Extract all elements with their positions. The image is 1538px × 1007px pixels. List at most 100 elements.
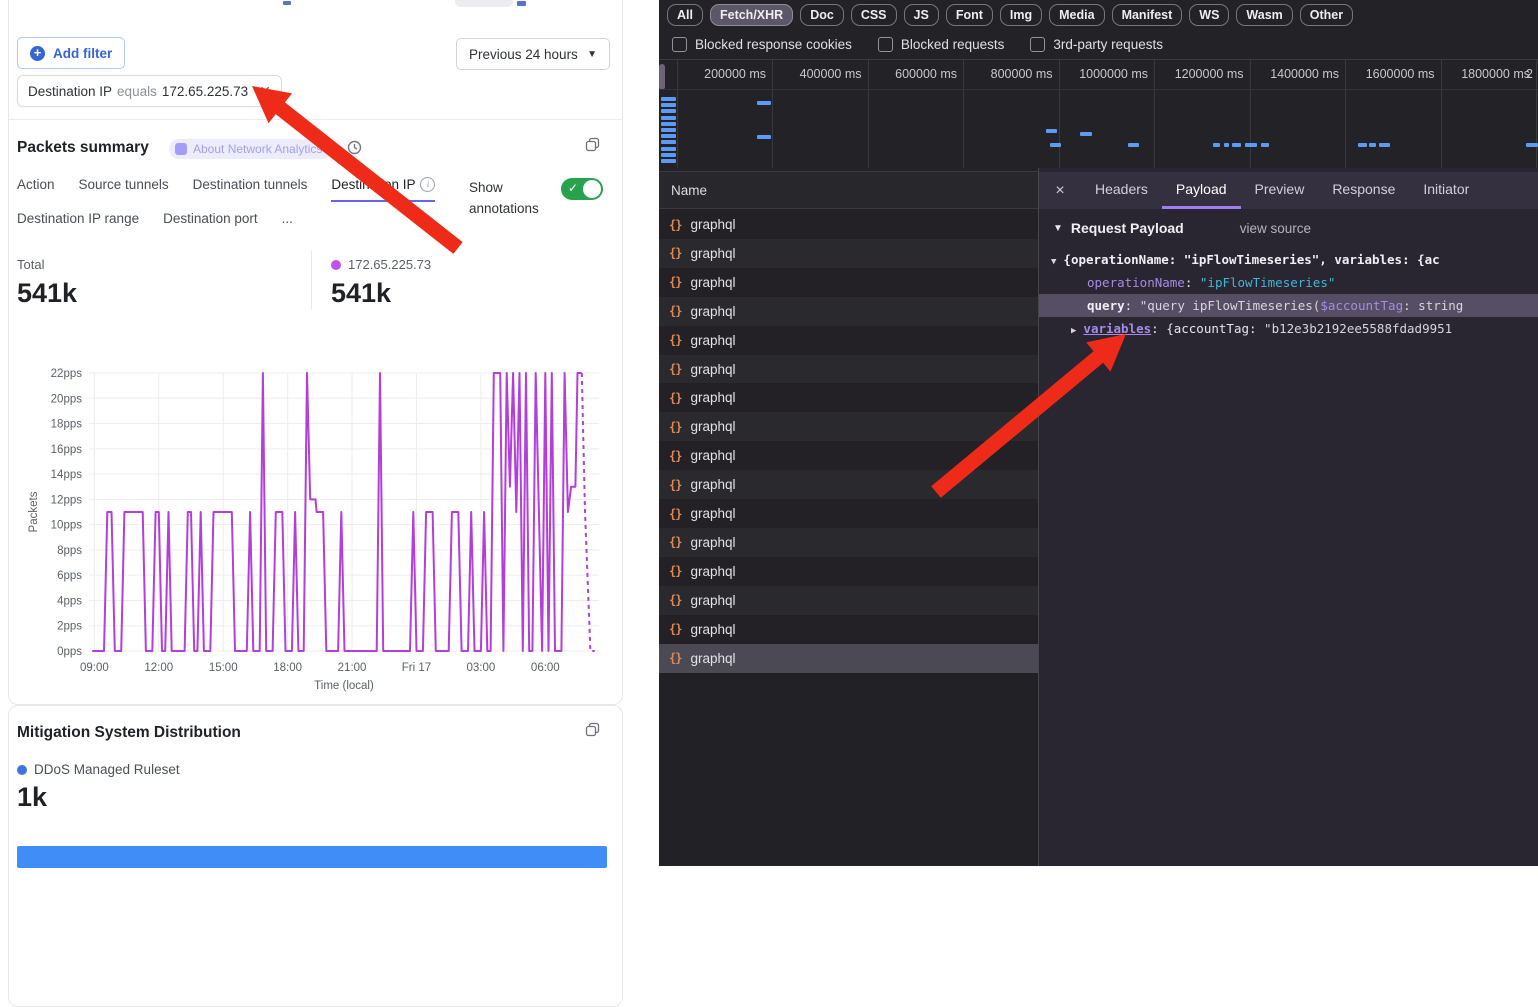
checkbox-box[interactable] — [672, 37, 687, 52]
view-source-link[interactable]: view source — [1240, 221, 1311, 236]
tab-destination-port[interactable]: Destination port — [163, 211, 258, 234]
tab-destination-tunnels[interactable]: Destination tunnels — [193, 177, 308, 200]
tab-source-tunnels[interactable]: Source tunnels — [79, 177, 169, 200]
request-payload-section: ▼ Request Payload view source — [1053, 220, 1311, 236]
cut-off-ui-artifact — [517, 1, 526, 6]
timeline-gridline — [1154, 60, 1155, 169]
svg-text:15:00: 15:00 — [209, 662, 238, 674]
detail-tab-payload[interactable]: Payload — [1162, 172, 1241, 209]
network-waterfall-overview[interactable]: 200000 ms400000 ms600000 ms800000 ms1000… — [659, 59, 1538, 170]
checkbox-blocked-requests[interactable]: Blocked requests — [878, 37, 1005, 52]
json-braces-icon: {} — [669, 535, 681, 549]
filter-pill-fetch-xhr[interactable]: Fetch/XHR — [710, 4, 793, 26]
filter-pill-other[interactable]: Other — [1300, 4, 1353, 26]
close-icon[interactable]: × — [1039, 182, 1081, 200]
json-braces-icon: {} — [669, 449, 681, 463]
network-request-row[interactable]: {}graphql — [659, 615, 1038, 644]
request-name: graphql — [690, 304, 735, 319]
request-name: graphql — [690, 419, 735, 434]
svg-text:09:00: 09:00 — [80, 662, 109, 674]
svg-text:18:00: 18:00 — [273, 662, 302, 674]
collapsed-triangle-icon[interactable]: ▶ — [1071, 326, 1076, 336]
filter-pill-js[interactable]: JS — [904, 4, 939, 26]
mitigation-title: Mitigation System Distribution — [17, 724, 241, 742]
request-name: graphql — [690, 217, 735, 232]
code-segment: : — [1185, 275, 1200, 290]
network-request-row[interactable]: {}graphql — [659, 644, 1038, 673]
code-segment: : {accountTag: — [1151, 321, 1264, 336]
timeline-gridline — [1441, 60, 1442, 169]
code-segment: operationName — [1087, 275, 1185, 290]
network-request-row[interactable]: {}graphql — [659, 441, 1038, 470]
legend-dot — [17, 765, 27, 775]
network-request-row[interactable]: {}graphql — [659, 239, 1038, 268]
show-annotations-toggle[interactable]: ✓ — [561, 178, 603, 200]
network-request-row[interactable]: {}graphql — [659, 586, 1038, 615]
mitigation-card: Mitigation System Distribution DDoS Mana… — [8, 705, 623, 1007]
network-request-row[interactable]: {}graphql — [659, 557, 1038, 586]
filter-chip[interactable]: Destination IP equals 172.65.225.73 ✕ — [17, 75, 282, 107]
expand-card-icon[interactable] — [585, 137, 601, 153]
json-braces-icon: {} — [669, 218, 681, 232]
svg-text:18pps: 18pps — [51, 419, 83, 431]
filter-pill-ws[interactable]: WS — [1189, 4, 1229, 26]
filter-pill-font[interactable]: Font — [946, 4, 993, 26]
timeline-tick-label: 1200000 ms — [1175, 67, 1244, 81]
detail-tab-response[interactable]: Response — [1318, 172, 1409, 209]
tab-destination-ip[interactable]: Destination IPi — [331, 177, 435, 202]
network-request-row[interactable]: {}graphql — [659, 355, 1038, 384]
filter-pill-manifest[interactable]: Manifest — [1112, 4, 1183, 26]
time-range-dropdown[interactable]: Previous 24 hours ▼ — [456, 38, 610, 70]
checkbox-box[interactable] — [1030, 37, 1045, 52]
timeline-gridline — [1250, 60, 1251, 169]
add-filter-button[interactable]: + Add filter — [17, 37, 125, 69]
tab-action[interactable]: Action — [17, 177, 55, 200]
detail-tab-preview[interactable]: Preview — [1241, 172, 1319, 209]
expanded-triangle-icon[interactable]: ▼ — [1051, 257, 1056, 267]
network-request-row[interactable]: {}graphql — [659, 268, 1038, 297]
network-request-row[interactable]: {}graphql — [659, 470, 1038, 499]
remove-filter-icon[interactable]: ✕ — [259, 83, 271, 100]
filter-pill-css[interactable]: CSS — [851, 4, 897, 26]
timeline-tick-label: 600000 ms — [895, 67, 957, 81]
about-network-analytics-badge[interactable]: About Network Analytics — [169, 139, 332, 159]
detail-tab-initiator[interactable]: Initiator — [1409, 172, 1483, 209]
network-request-row[interactable]: {}graphql — [659, 528, 1038, 557]
checkbox-blocked-response-cookies[interactable]: Blocked response cookies — [672, 37, 852, 52]
network-request-row[interactable]: {}graphql — [659, 383, 1038, 412]
filter-pill-wasm[interactable]: Wasm — [1236, 4, 1292, 26]
filter-pill-media[interactable]: Media — [1049, 4, 1104, 26]
detail-tab-bar: × HeadersPayloadPreviewResponseInitiator — [1039, 172, 1538, 209]
expand-card-icon[interactable] — [585, 722, 601, 738]
waterfall-mark — [661, 147, 676, 151]
code-segment: : — [1125, 298, 1140, 313]
network-request-row[interactable]: {}graphql — [659, 412, 1038, 441]
tab-destination-ip-range[interactable]: Destination IP range — [17, 211, 139, 234]
network-request-row[interactable]: {}graphql — [659, 499, 1038, 528]
tab-[interactable]: ... — [282, 211, 293, 234]
waterfall-mark — [661, 134, 676, 138]
detail-tab-headers[interactable]: Headers — [1081, 172, 1162, 209]
network-request-row[interactable]: {} graphql — [659, 210, 1038, 239]
checkbox-3rd-party-requests[interactable]: 3rd-party requests — [1030, 37, 1163, 52]
name-column-header[interactable]: Name — [659, 171, 1038, 209]
code-segment: "query ipFlowTimeseries( — [1140, 298, 1321, 313]
scrollbar-thumb[interactable] — [659, 64, 665, 90]
svg-text:03:00: 03:00 — [467, 662, 496, 674]
network-request-row[interactable]: {}graphql — [659, 297, 1038, 326]
code-segment: {operationName: "ipFlowTimeseries", vari… — [1063, 252, 1439, 267]
checkbox-box[interactable] — [878, 37, 893, 52]
filter-pill-doc[interactable]: Doc — [800, 4, 844, 26]
network-request-row[interactable]: {}graphql — [659, 326, 1038, 355]
payload-line: query: "query ipFlowTimeseries($accountT… — [1039, 294, 1538, 317]
filter-pill-all[interactable]: All — [667, 4, 703, 26]
filter-pill-img[interactable]: Img — [1000, 4, 1042, 26]
payload-line: ▼ {operationName: "ipFlowTimeseries", var… — [1039, 248, 1538, 271]
collapse-triangle-icon[interactable]: ▼ — [1053, 223, 1063, 234]
tab-label: Source tunnels — [79, 177, 169, 192]
docs-icon — [175, 143, 187, 155]
request-list-panel: Name {}graphql{}graphql{}graphql{}graphq… — [659, 168, 1038, 866]
timeline-gridline — [1059, 60, 1060, 169]
code-segment: "b12e3b2192ee5588fdad9951 — [1264, 321, 1452, 336]
timeline-gridline — [677, 60, 678, 169]
